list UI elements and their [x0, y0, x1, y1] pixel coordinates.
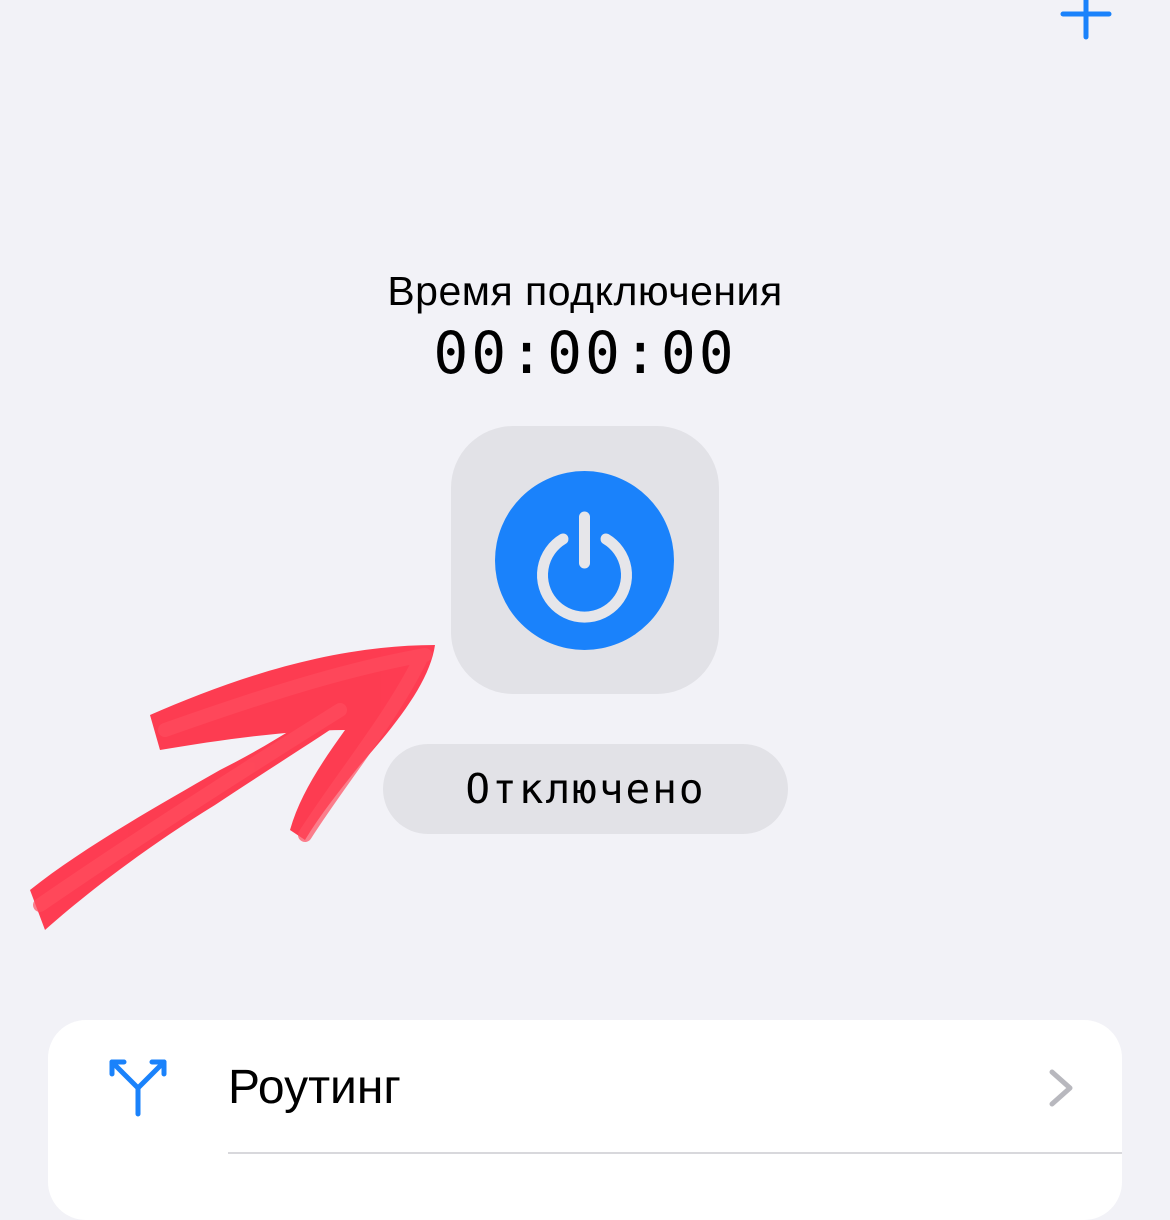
settings-row-label: Роутинг: [228, 1061, 401, 1114]
settings-card: Роутинг: [48, 1020, 1122, 1220]
power-button[interactable]: [451, 426, 719, 694]
routing-icon: [109, 1059, 167, 1117]
row-divider: [228, 1152, 1122, 1154]
power-icon: [537, 511, 632, 623]
plus-icon: [1060, 0, 1112, 40]
connection-status: Отключено: [383, 744, 788, 834]
add-button[interactable]: [1054, 0, 1118, 40]
chevron-right-icon: [1049, 1069, 1073, 1107]
power-circle: [495, 471, 674, 650]
connection-time-value: 00:00:00: [433, 319, 737, 387]
connection-time-label: Время подключения: [387, 268, 783, 314]
settings-row-routing[interactable]: Роутинг: [48, 1020, 1122, 1152]
